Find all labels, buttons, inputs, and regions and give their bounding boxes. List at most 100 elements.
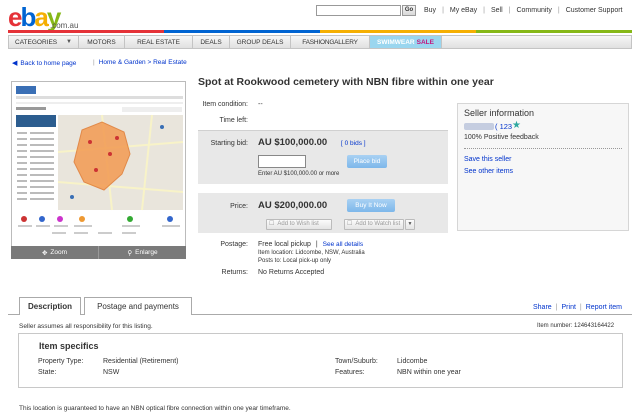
returns-label: Returns: <box>221 269 248 276</box>
other-items-link[interactable]: See other items <box>464 168 513 175</box>
categories-label: CATEGORIES <box>15 38 58 46</box>
watchlist-icon: ☐ <box>347 221 353 227</box>
item-specifics-heading: Item specifics <box>39 341 99 351</box>
starting-bid-value: AU $100,000.00 <box>258 137 328 148</box>
separator: | <box>555 304 558 311</box>
watchlist-dropdown[interactable]: ▼ <box>405 219 415 230</box>
category-real-estate[interactable]: REAL ESTATE <box>125 36 193 48</box>
price-label: Price: <box>230 203 248 210</box>
nav-separator: | <box>442 7 444 14</box>
chevron-down-icon: ▼ <box>66 39 72 45</box>
postage-label: Postage: <box>220 241 248 248</box>
listing-title: Spot at Rookwood cemetery with NBN fibre… <box>198 76 494 88</box>
posts-to: Posts to: Local pick-up only <box>258 258 332 264</box>
bid-amount-input[interactable] <box>258 155 306 168</box>
category-fashion-gallery[interactable]: FASHIONGALLERY <box>291 36 370 48</box>
sale-label: SALE <box>416 38 434 46</box>
ebay-logo[interactable]: ebay .com.au <box>8 3 78 33</box>
buy-panel: Price: AU $200,000.00 Buy It Now ☐ Add to… <box>198 193 448 233</box>
buy-it-now-button[interactable]: Buy It Now <box>347 199 395 212</box>
separator: | <box>579 304 582 311</box>
returns-value: No Returns Accepted <box>258 269 325 276</box>
divider <box>464 148 622 149</box>
star-icon: ★ <box>512 120 521 131</box>
time-left-label: Time left: <box>219 117 248 124</box>
back-to-home-link[interactable]: ◀ Back to home page <box>12 59 77 68</box>
go-button[interactable]: Go <box>402 5 416 16</box>
logo-letter-e: e <box>8 2 23 32</box>
back-arrow-icon: ◀ <box>12 60 18 67</box>
zoom-button[interactable]: ✥ Zoom <box>11 246 98 259</box>
enlarge-button[interactable]: ⚲ Enlarge <box>98 246 186 259</box>
categories-dropdown[interactable]: CATEGORIES ▼ <box>9 36 79 48</box>
nav-separator: | <box>557 7 560 14</box>
zoom-label: Zoom <box>50 249 68 256</box>
seller-info-heading: Seller information <box>464 108 535 118</box>
place-bid-button[interactable]: Place bid <box>347 155 387 168</box>
item-image[interactable] <box>11 81 186 259</box>
item-specifics-panel: Item specifics Property Type: Residentia… <box>18 333 623 388</box>
tab-postage-payments[interactable]: Postage and payments <box>84 297 192 315</box>
nav-buy[interactable]: Buy <box>424 7 436 14</box>
seller-info-panel: Seller information ( 123 ★ 100% Positive… <box>457 103 629 231</box>
top-nav: Buy | My eBay | Sell | Community | Custo… <box>424 5 623 16</box>
wishlist-label: Add to Wish list <box>277 221 319 227</box>
category-swimwear-sale[interactable]: SWIMWEAR SALE <box>370 36 442 48</box>
swimwear-label: SWIMWEAR <box>377 38 415 46</box>
item-actions: Share | Print | Report item <box>533 304 622 311</box>
nav-separator: | <box>508 7 511 14</box>
price-value: AU $200,000.00 <box>258 200 328 211</box>
category-bar: CATEGORIES ▼ MOTORS REAL ESTATE DEALS GR… <box>8 35 632 49</box>
header-color-stripe <box>8 30 632 33</box>
add-to-wishlist-button[interactable]: ☐ Add to Wish list <box>266 219 332 230</box>
bid-panel: Starting bid: AU $100,000.00 [ 0 bids ] … <box>198 130 448 184</box>
category-motors[interactable]: MOTORS <box>79 36 125 48</box>
seller-responsibility: Seller assumes all responsibility for th… <box>19 323 153 330</box>
item-number: Item number: 124643164422 <box>537 323 615 329</box>
condition-label: Item condition: <box>202 101 248 108</box>
spec-label-state: State: <box>38 369 57 376</box>
breadcrumb[interactable]: | Home & Garden > Real Estate <box>93 59 187 66</box>
category-group-deals[interactable]: GROUP DEALS <box>230 36 291 48</box>
description-body: This location is guaranteed to have an N… <box>19 405 291 412</box>
bids-link[interactable]: [ 0 bids ] <box>341 140 366 147</box>
nav-separator: | <box>483 7 485 14</box>
report-item-link[interactable]: Report item <box>586 304 622 311</box>
seller-username-redacted[interactable] <box>464 123 494 130</box>
nav-customer-support[interactable]: Customer Support <box>566 7 623 14</box>
logo-tld: .com.au <box>50 21 79 30</box>
search-input[interactable] <box>316 5 401 16</box>
tab-description[interactable]: Description <box>19 297 81 315</box>
add-to-watchlist-button[interactable]: ☐ Add to Watch list <box>344 219 404 230</box>
enlarge-icon: ⚲ <box>127 249 133 257</box>
spec-value-features: NBN within one year <box>397 369 461 376</box>
category-deals[interactable]: DEALS <box>193 36 230 48</box>
enlarge-label: Enlarge <box>135 249 158 256</box>
logo-letter-a: a <box>34 2 49 32</box>
map-screenshot-image <box>12 82 185 247</box>
back-label: Back to home page <box>20 59 77 67</box>
zoom-icon: ✥ <box>41 249 48 257</box>
starting-bid-label: Starting bid: <box>210 140 248 147</box>
spec-label-property-type: Property Type: <box>38 358 84 365</box>
spec-value-property-type: Residential (Retirement) <box>103 358 179 365</box>
nav-my-ebay[interactable]: My eBay <box>450 7 477 14</box>
condition-value: -- <box>258 101 263 108</box>
positive-feedback: 100% Positive feedback <box>464 134 539 141</box>
feedback-count-link[interactable]: ( 123 <box>495 122 512 131</box>
spec-value-state: NSW <box>103 369 120 376</box>
see-all-details-link[interactable]: See all details <box>323 241 363 248</box>
item-location: Item location: Lidcombe, NSW, Australia <box>258 250 365 256</box>
nav-sell[interactable]: Sell <box>491 7 503 14</box>
postage-separator: | <box>315 241 318 248</box>
watchlist-label: Add to Watch list <box>355 221 401 227</box>
print-link[interactable]: Print <box>562 304 576 311</box>
share-link[interactable]: Share <box>533 304 552 311</box>
breadcrumb-path: Home & Garden > Real Estate <box>98 59 187 66</box>
nav-community[interactable]: Community <box>516 7 551 14</box>
postage-value: Free local pickup | See all details <box>258 241 363 248</box>
bid-hint: Enter AU $100,000.00 or more <box>258 171 340 177</box>
spec-label-town: Town/Suburb: <box>335 358 378 365</box>
spec-label-features: Features: <box>335 369 365 376</box>
save-seller-link[interactable]: Save this seller <box>464 156 511 163</box>
